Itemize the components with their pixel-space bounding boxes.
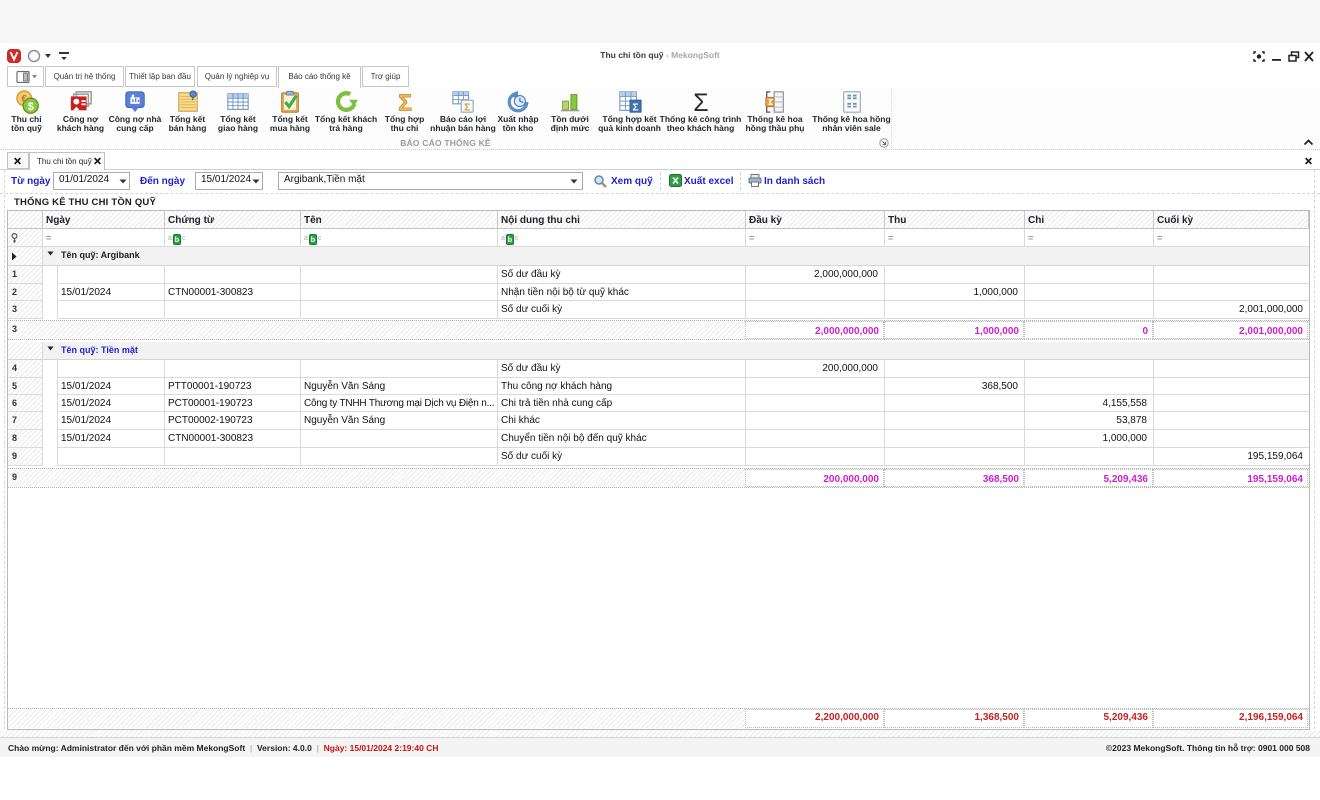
svg-text:Σ: Σ — [693, 90, 708, 114]
svg-text:$: $ — [27, 101, 33, 113]
svg-text:Σ: Σ — [464, 102, 470, 113]
svg-text:Σ: Σ — [398, 90, 412, 114]
svg-text:Σ: Σ — [632, 102, 638, 113]
